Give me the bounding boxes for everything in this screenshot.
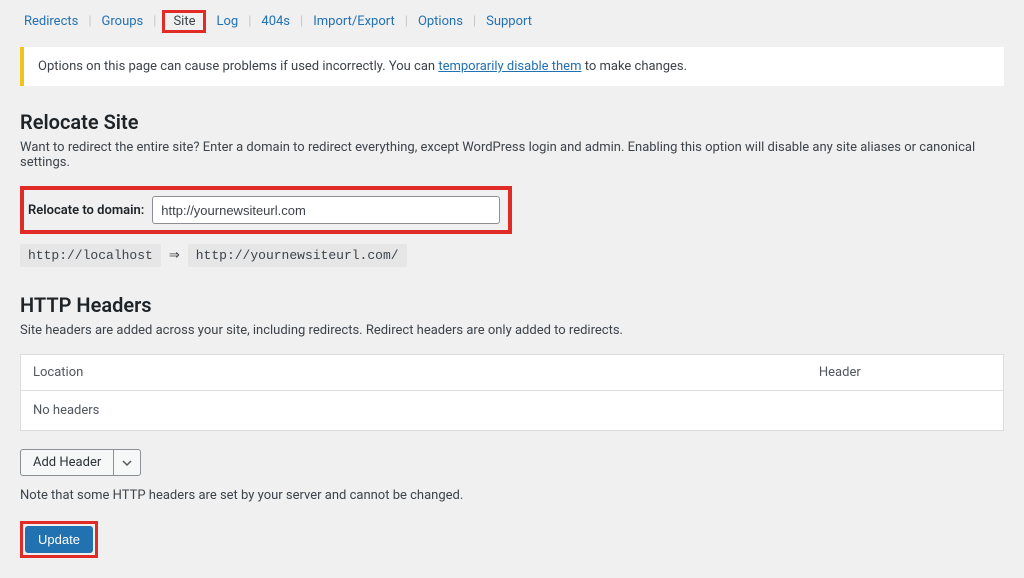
tab-sep: | [405,14,408,29]
headers-note: Note that some HTTP headers are set by y… [20,488,1004,503]
tab-options[interactable]: Options [414,12,467,31]
table-row-empty: No headers [21,391,1004,431]
relocate-label: Relocate to domain: [28,203,144,218]
col-header: Header [807,355,1004,391]
tab-site[interactable]: Site [169,12,199,31]
tab-groups[interactable]: Groups [98,12,148,31]
tab-import-export[interactable]: Import/Export [309,12,399,31]
tab-redirects[interactable]: Redirects [20,12,82,31]
add-header-label: Add Header [21,450,114,475]
empty-headers-cell: No headers [21,391,1004,431]
add-header-button[interactable]: Add Header [20,449,141,476]
tab-sep: | [88,14,91,29]
relocate-from-code: http://localhost [20,244,161,267]
col-location: Location [21,355,807,391]
relocate-domain-input[interactable] [152,196,500,224]
notice-suffix: to make changes. [581,59,687,74]
tab-sep: | [248,14,251,29]
tab-nav: Redirects | Groups | Site Log | 404s | I… [20,10,1004,33]
http-headers-description: Site headers are added across your site,… [20,323,1004,338]
arrow-icon: ⇒ [169,248,180,263]
relocate-highlight: Relocate to domain: [20,186,512,234]
tab-sep: | [473,14,476,29]
chevron-down-icon [114,450,140,475]
tab-support[interactable]: Support [482,12,536,31]
tab-site-highlight: Site [162,10,206,33]
tab-404s[interactable]: 404s [257,12,294,31]
tab-sep: | [300,14,303,29]
headers-table: Location Header No headers [20,354,1004,431]
tab-sep: | [153,14,156,29]
notice-prefix: Options on this page can cause problems … [38,59,438,74]
relocate-to-code: http://yournewsiteurl.com/ [188,244,407,267]
update-highlight: Update [20,521,98,558]
notice-disable-link[interactable]: temporarily disable them [438,59,581,74]
relocate-heading: Relocate Site [20,110,1004,134]
relocate-description: Want to redirect the entire site? Enter … [20,140,1004,170]
tab-log[interactable]: Log [212,12,242,31]
http-headers-heading: HTTP Headers [20,293,1004,317]
relocate-mapping: http://localhost ⇒ http://yournewsiteurl… [20,244,1004,267]
update-button[interactable]: Update [25,526,93,553]
warning-notice: Options on this page can cause problems … [20,47,1004,86]
